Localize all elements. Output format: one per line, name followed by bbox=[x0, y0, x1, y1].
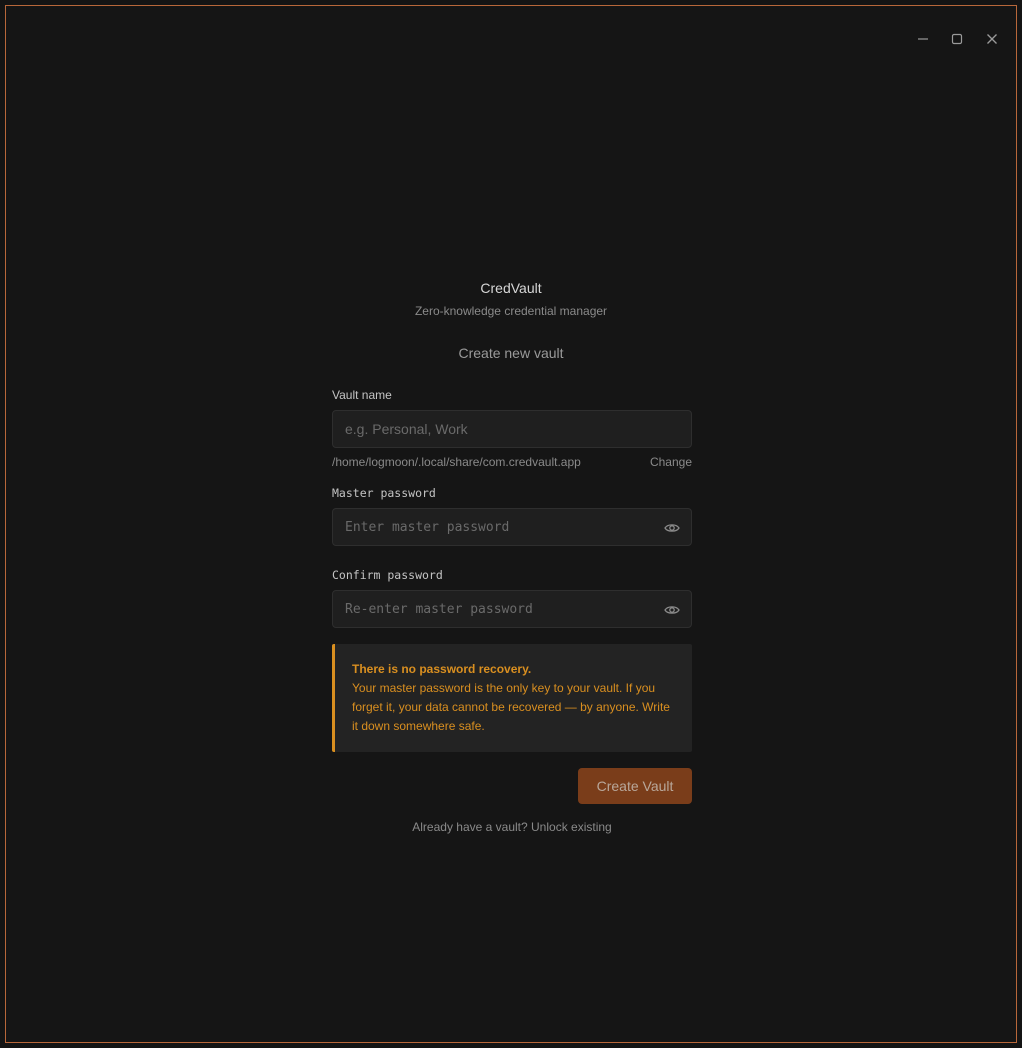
vault-path-row: /home/logmoon/.local/share/com.credvault… bbox=[332, 454, 692, 470]
app-window: CredVault Zero-knowledge credential mana… bbox=[5, 5, 1017, 1043]
change-path-link[interactable]: Change bbox=[650, 455, 692, 469]
unlock-existing-row: Already have a vault? Unlock existing bbox=[332, 820, 692, 834]
vault-name-label: Vault name bbox=[332, 388, 392, 402]
create-vault-form: Vault name /home/logmoon/.local/share/co… bbox=[332, 386, 692, 834]
app-subtitle: Zero-knowledge credential manager bbox=[414, 304, 608, 318]
no-recovery-warning: There is no password recovery. Your mast… bbox=[332, 644, 692, 752]
create-vault-button[interactable]: Create Vault bbox=[578, 768, 692, 804]
close-button[interactable] bbox=[979, 26, 1005, 52]
vault-name-field bbox=[332, 410, 692, 448]
vault-name-input[interactable] bbox=[333, 411, 691, 447]
maximize-icon bbox=[951, 33, 963, 45]
confirm-password-field bbox=[332, 590, 692, 628]
close-icon bbox=[987, 34, 997, 44]
minimize-button[interactable] bbox=[910, 26, 936, 52]
app-title: CredVault bbox=[480, 280, 542, 296]
eye-icon[interactable] bbox=[663, 601, 681, 619]
master-password-field bbox=[332, 508, 692, 546]
eye-icon[interactable] bbox=[663, 519, 681, 537]
warning-body: Your master password is the only key to … bbox=[352, 681, 670, 733]
form-actions: Create Vault bbox=[332, 768, 692, 804]
master-password-input[interactable] bbox=[333, 509, 691, 545]
form-heading: Create new vault bbox=[458, 345, 564, 361]
unlock-existing-link[interactable]: Unlock existing bbox=[531, 820, 612, 834]
maximize-button[interactable] bbox=[944, 26, 970, 52]
warning-title: There is no password recovery. bbox=[352, 662, 532, 676]
minimize-icon bbox=[918, 38, 928, 40]
confirm-password-label: Confirm password bbox=[332, 568, 443, 582]
master-password-label: Master password bbox=[332, 486, 436, 500]
confirm-password-input[interactable] bbox=[333, 591, 691, 627]
vault-path: /home/logmoon/.local/share/com.credvault… bbox=[332, 455, 581, 469]
already-have-vault-text: Already have a vault? bbox=[412, 820, 528, 834]
